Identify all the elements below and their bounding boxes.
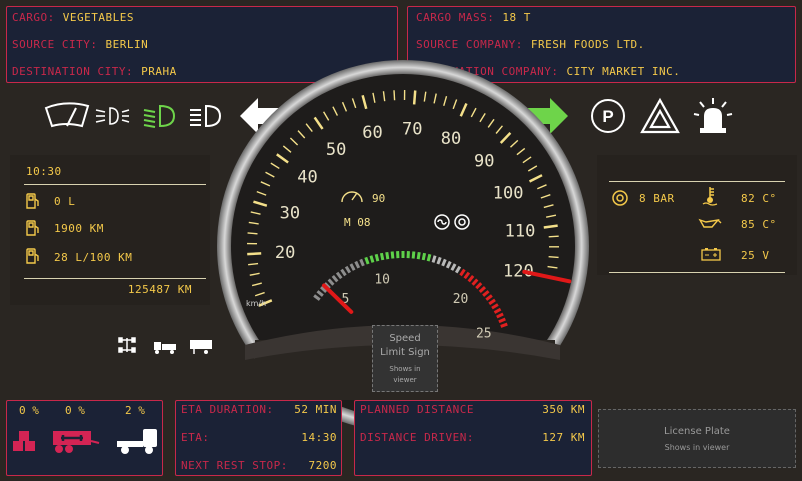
rpm-tick-label: 20 [453, 292, 469, 307]
speed-limit-title: Speed Limit Sign [380, 333, 430, 358]
gear-indicator: M 08 [344, 216, 371, 229]
next-rest-value: 7200 [308, 459, 337, 472]
speed-tick-label: 70 [402, 119, 422, 139]
speed-limit-sign-placeholder: Speed Limit Sign Shows in viewer [372, 325, 438, 392]
license-plate-placeholder: License Plate Shows in viewer [598, 409, 796, 468]
eta-label: ETA: [181, 431, 210, 444]
next-rest-label: NEXT REST STOP: [181, 459, 288, 472]
rpm-tick [385, 251, 390, 260]
rpm-tick [421, 252, 427, 261]
speed-tick-label: 50 [326, 140, 346, 160]
speed-tick-label: 110 [505, 222, 536, 242]
speed-tick [412, 90, 417, 105]
trailer-damage-icon [53, 431, 100, 453]
rpm-tick [374, 253, 380, 262]
speed-limit-subtitle: Shows in viewer [389, 365, 421, 384]
trailer-damage-value: 0 % [65, 404, 85, 417]
rpm-tick [411, 251, 416, 259]
truck-damage-value: 2 % [125, 404, 145, 417]
speed-tick [247, 252, 262, 256]
eta-duration-value: 52 MIN [294, 403, 337, 416]
distance-driven-label: DISTANCE DRIVEN: [360, 431, 474, 444]
eta-value: 14:30 [301, 431, 337, 444]
speed-tick-label: 90 [474, 151, 494, 171]
speed-tick [393, 90, 396, 101]
license-plate-title: License Plate [664, 426, 730, 437]
truck-damage-icon [117, 429, 157, 454]
distance-panel: PLANNED DISTANCE 350 KM DISTANCE DRIVEN:… [354, 400, 592, 476]
eta-duration-label: ETA DURATION: [181, 403, 274, 416]
speed-tick [548, 235, 559, 238]
speed-tick-label: 60 [362, 123, 382, 143]
planned-distance-label: PLANNED DISTANCE [360, 403, 474, 416]
distance-driven-value: 127 KM [542, 431, 585, 444]
speed-tick-label: 80 [441, 129, 461, 149]
speed-unit-label: km/h [246, 299, 266, 308]
rpm-tick [379, 252, 385, 261]
damage-panel: 0 % 0 % 2 % [6, 400, 163, 476]
rpm-tick [369, 255, 375, 263]
rpm-tick [416, 251, 421, 260]
damage-icons [13, 429, 157, 454]
cargo-damage-value: 0 % [19, 404, 39, 417]
rpm-tick [426, 253, 432, 262]
cargo-damage-icon [13, 431, 35, 451]
speed-tick-label: 100 [493, 183, 524, 203]
cruise-speed: 90 [372, 192, 385, 205]
speed-tick-label: 30 [280, 203, 300, 223]
rpm-tick-label: 10 [374, 273, 390, 288]
license-plate-subtitle: Shows in viewer [664, 443, 730, 452]
speed-tick [548, 255, 559, 259]
rpm-tick [431, 255, 437, 263]
planned-distance-value: 350 KM [542, 403, 585, 416]
speed-tick [247, 232, 258, 235]
eta-panel: ETA DURATION: 52 MIN ETA: 14:30 NEXT RES… [175, 400, 342, 476]
rpm-tick [390, 251, 395, 259]
speed-tick-label: 20 [275, 243, 295, 263]
rpm-tick-label: 25 [476, 327, 492, 342]
speed-tick-label: 40 [297, 168, 317, 188]
